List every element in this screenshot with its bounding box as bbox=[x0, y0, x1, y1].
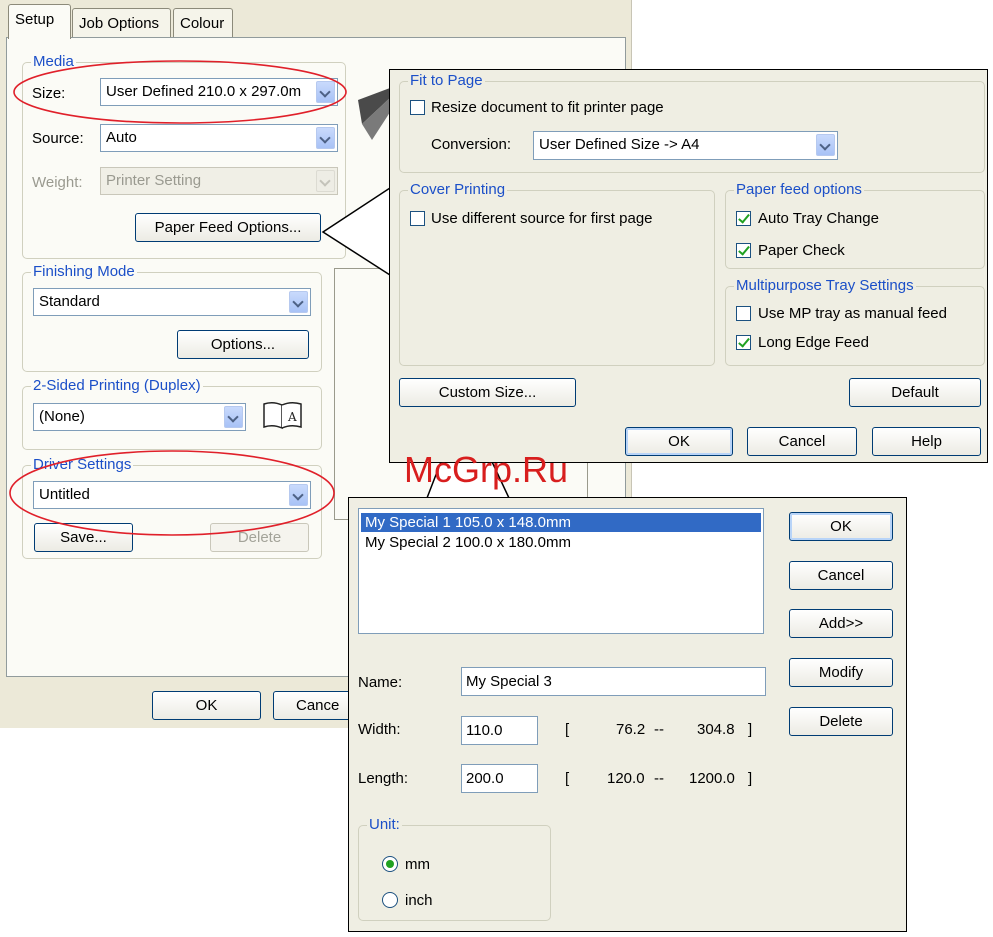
conversion-select[interactable]: User Defined Size -> A4 bbox=[533, 131, 838, 160]
length-range-open: [ bbox=[565, 770, 570, 787]
paper-check-checkbox[interactable] bbox=[736, 243, 751, 258]
default-button[interactable]: Default bbox=[849, 378, 981, 407]
custom-size-dialog: My Special 1 105.0 x 148.0mm My Special … bbox=[348, 497, 907, 932]
cover-printing-label: Cover Printing bbox=[408, 181, 508, 198]
width-range-min: 76.2 bbox=[616, 721, 646, 738]
mp-manual-feed-checkbox[interactable] bbox=[736, 306, 751, 321]
length-value: 200.0 bbox=[466, 770, 504, 787]
paper-check-label: Paper Check bbox=[758, 242, 845, 259]
custom-ok-button[interactable]: OK bbox=[789, 512, 893, 541]
length-range-close: ] bbox=[748, 770, 753, 787]
add-size-button[interactable]: Add>> bbox=[789, 609, 893, 638]
name-input[interactable]: My Special 3 bbox=[461, 667, 766, 696]
resize-document-checkbox[interactable] bbox=[410, 100, 425, 115]
name-value: My Special 3 bbox=[466, 673, 552, 690]
unit-label: Unit: bbox=[367, 816, 402, 833]
chevron-down-icon[interactable] bbox=[816, 134, 835, 156]
width-value: 110.0 bbox=[466, 722, 503, 739]
fit-to-page-label: Fit to Page bbox=[408, 72, 485, 89]
mp-tray-label: Multipurpose Tray Settings bbox=[734, 277, 916, 294]
list-item-label: My Special 1 105.0 x 148.0mm bbox=[365, 514, 571, 531]
different-source-checkbox[interactable] bbox=[410, 211, 425, 226]
paper-feed-help-button[interactable]: Help bbox=[872, 427, 981, 456]
length-range-sep: -- bbox=[654, 770, 664, 787]
resize-document-label: Resize document to fit printer page bbox=[431, 99, 664, 116]
mp-tray-group: Multipurpose Tray Settings bbox=[725, 277, 985, 366]
list-item[interactable]: My Special 2 100.0 x 180.0mm bbox=[361, 533, 761, 552]
long-edge-feed-checkbox[interactable] bbox=[736, 335, 751, 350]
length-range-max: 1200.0 bbox=[689, 770, 735, 787]
length-label: Length: bbox=[358, 770, 409, 787]
custom-size-list[interactable]: My Special 1 105.0 x 148.0mm My Special … bbox=[358, 508, 764, 634]
conversion-value: User Defined Size -> A4 bbox=[539, 136, 700, 153]
width-range-close: ] bbox=[748, 721, 753, 738]
width-range-open: [ bbox=[565, 721, 570, 738]
custom-cancel-button[interactable]: Cancel bbox=[789, 561, 893, 590]
unit-inch-radio[interactable] bbox=[382, 892, 398, 908]
auto-tray-change-checkbox[interactable] bbox=[736, 211, 751, 226]
auto-tray-change-label: Auto Tray Change bbox=[758, 210, 879, 227]
list-item[interactable]: My Special 1 105.0 x 148.0mm bbox=[361, 513, 761, 532]
length-input[interactable]: 200.0 bbox=[461, 764, 538, 793]
different-source-label: Use different source for first page bbox=[431, 210, 653, 227]
unit-mm-label: mm bbox=[405, 856, 430, 873]
paper-feed-label: Paper feed options bbox=[734, 181, 864, 198]
list-item-label: My Special 2 100.0 x 180.0mm bbox=[365, 534, 571, 551]
unit-mm-radio[interactable] bbox=[382, 856, 398, 872]
custom-size-button[interactable]: Custom Size... bbox=[399, 378, 576, 407]
width-input[interactable]: 110.0 bbox=[461, 716, 538, 745]
delete-size-button[interactable]: Delete bbox=[789, 707, 893, 736]
unit-inch-label: inch bbox=[405, 892, 433, 909]
paper-feed-ok-button[interactable]: OK bbox=[625, 427, 733, 456]
name-label: Name: bbox=[358, 674, 403, 691]
width-label: Width: bbox=[358, 721, 401, 738]
modify-size-button[interactable]: Modify bbox=[789, 658, 893, 687]
watermark-text: McGrp.Ru bbox=[404, 449, 569, 490]
length-range-min: 120.0 bbox=[607, 770, 645, 787]
paper-feed-cancel-button[interactable]: Cancel bbox=[747, 427, 857, 456]
width-range-max: 304.8 bbox=[697, 721, 735, 738]
long-edge-feed-label: Long Edge Feed bbox=[758, 334, 869, 351]
conversion-label: Conversion: bbox=[431, 136, 512, 153]
width-range-sep: -- bbox=[654, 721, 664, 738]
mp-manual-feed-label: Use MP tray as manual feed bbox=[758, 305, 947, 322]
paper-feed-options-dialog: Fit to Page Resize document to fit print… bbox=[389, 69, 988, 463]
